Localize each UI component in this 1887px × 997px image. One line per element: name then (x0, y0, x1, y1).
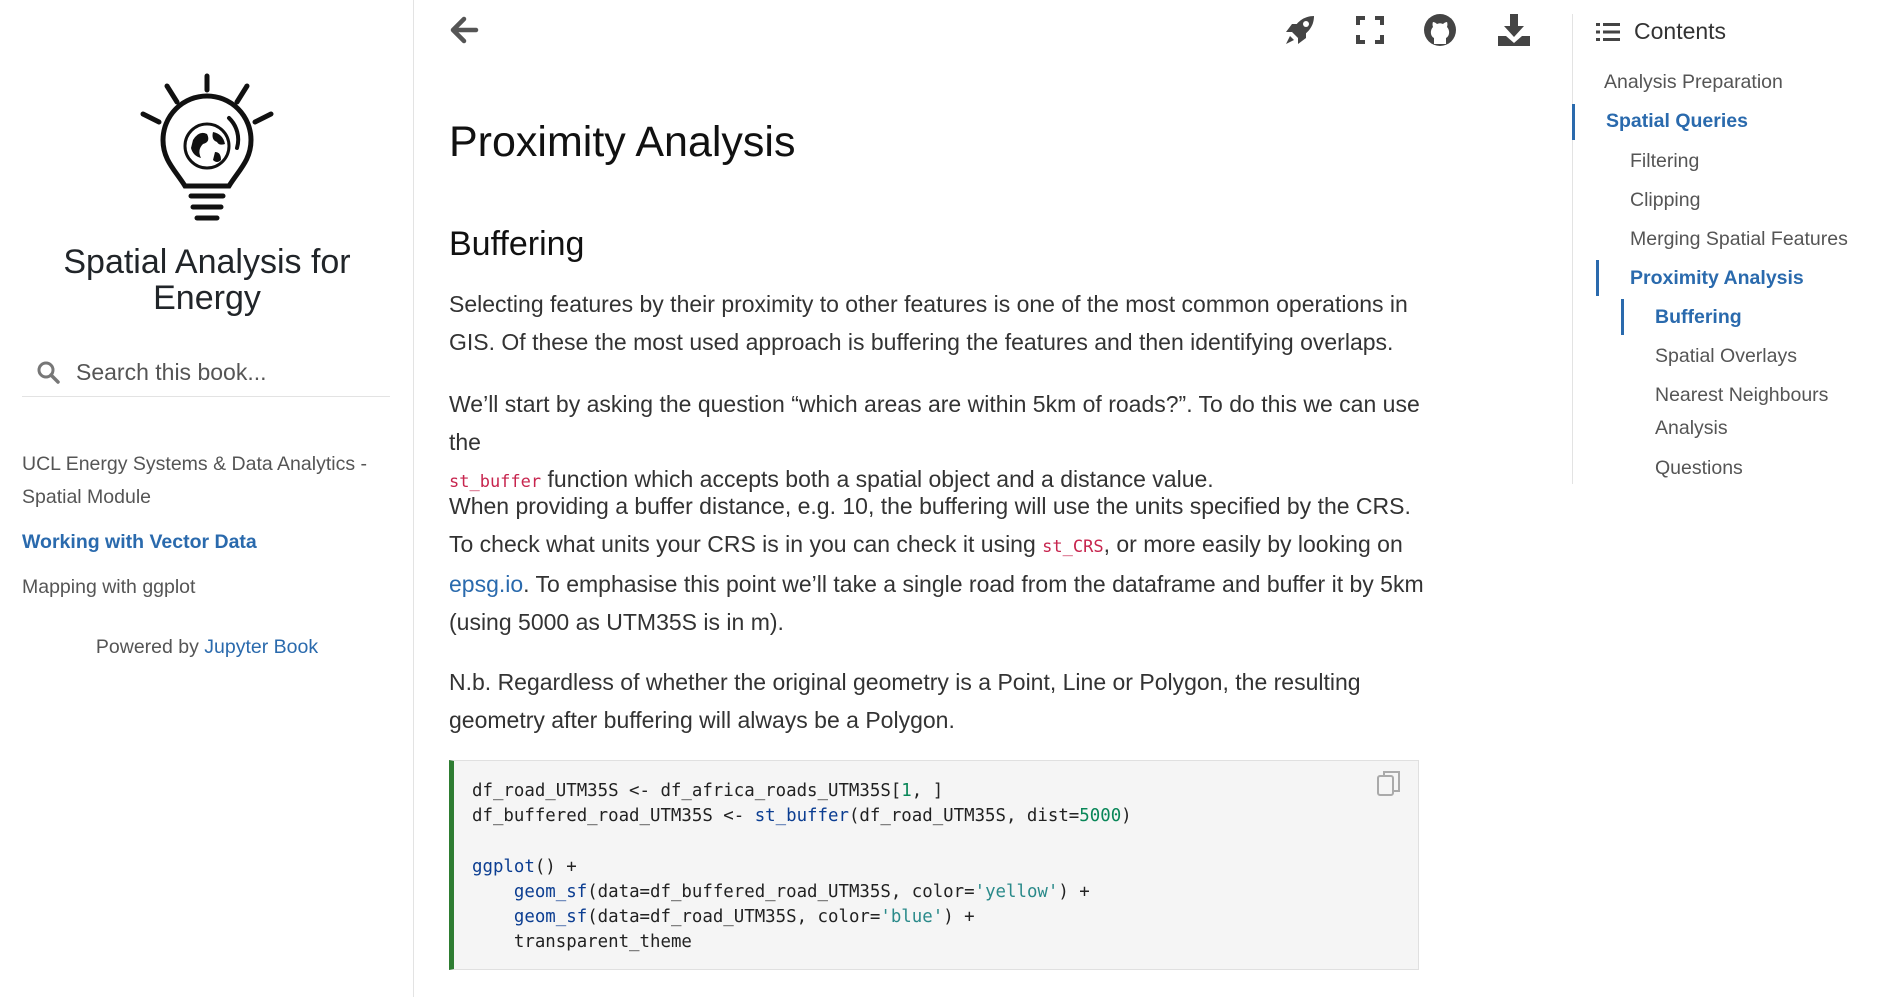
code-content: df_road_UTM35S <- df_africa_roads_UTM35S… (472, 779, 1132, 955)
inline-code-st-crs: st_CRS (1042, 536, 1104, 557)
github-icon[interactable] (1420, 10, 1460, 50)
toc-item-spatial-overlays[interactable]: Spatial Overlays (1655, 340, 1797, 373)
toc-item-spatial-queries[interactable]: Spatial Queries (1606, 105, 1748, 138)
code-token: 'yellow' (974, 881, 1059, 902)
paragraph-st-buffer: We’ll start by asking the question “whic… (449, 386, 1429, 502)
search-input[interactable] (74, 357, 378, 387)
toc-item-buffering[interactable]: Buffering (1655, 301, 1742, 334)
toc-item-clipping[interactable]: Clipping (1630, 184, 1700, 217)
code-token: 'blue' (880, 907, 944, 928)
list-icon (1596, 22, 1620, 41)
back-arrow-icon[interactable] (444, 10, 484, 50)
fullscreen-icon[interactable] (1350, 10, 1390, 50)
download-icon[interactable] (1494, 10, 1534, 50)
toc-divider (1572, 14, 1573, 484)
code-token: (data=df_buffered_road_UTM35S, color= (587, 881, 975, 902)
toc-item-merging-spatial-features[interactable]: Merging Spatial Features (1630, 223, 1848, 256)
book-title[interactable]: Spatial Analysis for Energy (30, 244, 384, 316)
code-cell[interactable]: df_road_UTM35S <- df_africa_roads_UTM35S… (449, 760, 1419, 970)
paragraph-note: N.b. Regardless of whether the original … (449, 669, 1361, 733)
toc-header: Contents (1596, 18, 1726, 45)
rocket-icon[interactable] (1280, 10, 1320, 50)
code-token: ) + (943, 907, 975, 928)
code-token: , ] (911, 781, 944, 801)
nav-link-mapping-with-ggplot[interactable]: Mapping with ggplot (22, 571, 392, 604)
search-icon (37, 361, 60, 384)
code-token: df_road_UTM35S <- df_africa_roads_UTM35S… (472, 781, 902, 801)
code-token: 1 (901, 781, 912, 801)
nav-link-label: UCL Energy Systems & Data Analytics - (22, 453, 367, 475)
paragraph-intro: Selecting features by their proximity to… (449, 291, 1408, 355)
copy-icon[interactable] (1376, 769, 1402, 799)
search-bar[interactable] (22, 348, 390, 397)
paragraph-text: , or more easily by looking on (1103, 530, 1403, 557)
code-token: st_buffer (754, 806, 849, 827)
toc-title: Contents (1634, 18, 1727, 44)
nav-link-label-line2: Spatial Module (22, 486, 151, 508)
code-token: (data=df_road_UTM35S, color= (587, 907, 881, 928)
paragraph-text: . To emphasise this point we’ll take a s… (449, 571, 1424, 635)
jupyter-book-link[interactable]: Jupyter Book (204, 636, 318, 658)
toc-active-bar (1621, 299, 1624, 335)
toc-active-bar (1572, 104, 1575, 140)
epsg-link[interactable]: epsg.io (449, 571, 523, 597)
toc-item-filtering[interactable]: Filtering (1630, 145, 1699, 178)
sidebar: Spatial Analysis for Energy UCL Energy S… (0, 0, 414, 997)
toc-item-nearest-neighbours-analysis[interactable]: Nearest Neighbours Analysis (1655, 379, 1828, 445)
book-title-line2: Energy (153, 279, 261, 317)
code-token: ggplot (472, 856, 535, 877)
toc-item-questions[interactable]: Questions (1655, 452, 1743, 485)
code-token: ) (1121, 806, 1132, 827)
code-token: (df_road_UTM35S, dist= (848, 806, 1080, 827)
code-token: () + (534, 856, 577, 877)
powered-by-text: Powered by (95, 636, 199, 658)
toc-item-label-line2: Analysis (1655, 417, 1728, 439)
paragraph-text: We’ll start by asking the question “whic… (449, 391, 1420, 455)
code-token: 5000 (1079, 806, 1122, 827)
nav-link-working-with-vector-data[interactable]: Working with Vector Data (22, 526, 392, 559)
page-title: Proximity Analysis (449, 118, 796, 166)
toc-item-analysis-preparation[interactable]: Analysis Preparation (1604, 66, 1783, 99)
book-title-line1: Spatial Analysis for (63, 243, 351, 281)
code-token: geom_sf (513, 881, 588, 902)
toc-item-label: Nearest Neighbours (1655, 384, 1829, 406)
nav-link-ucl-module[interactable]: UCL Energy Systems & Data Analytics - Sp… (22, 448, 392, 514)
code-token: df_buffered_road_UTM35S <- (472, 806, 755, 827)
section-title: Buffering (449, 225, 585, 263)
powered-by: Powered by Jupyter Book (0, 636, 414, 659)
lightbulb-globe-logo[interactable] (135, 70, 279, 232)
paragraph-crs: When providing a buffer distance, e.g. 1… (449, 488, 1429, 641)
code-token: geom_sf (513, 907, 588, 928)
toc-item-proximity-analysis[interactable]: Proximity Analysis (1630, 262, 1804, 295)
code-token: ) + (1058, 881, 1090, 902)
toc-active-bar (1596, 260, 1599, 296)
code-token: transparent_theme (513, 932, 692, 953)
